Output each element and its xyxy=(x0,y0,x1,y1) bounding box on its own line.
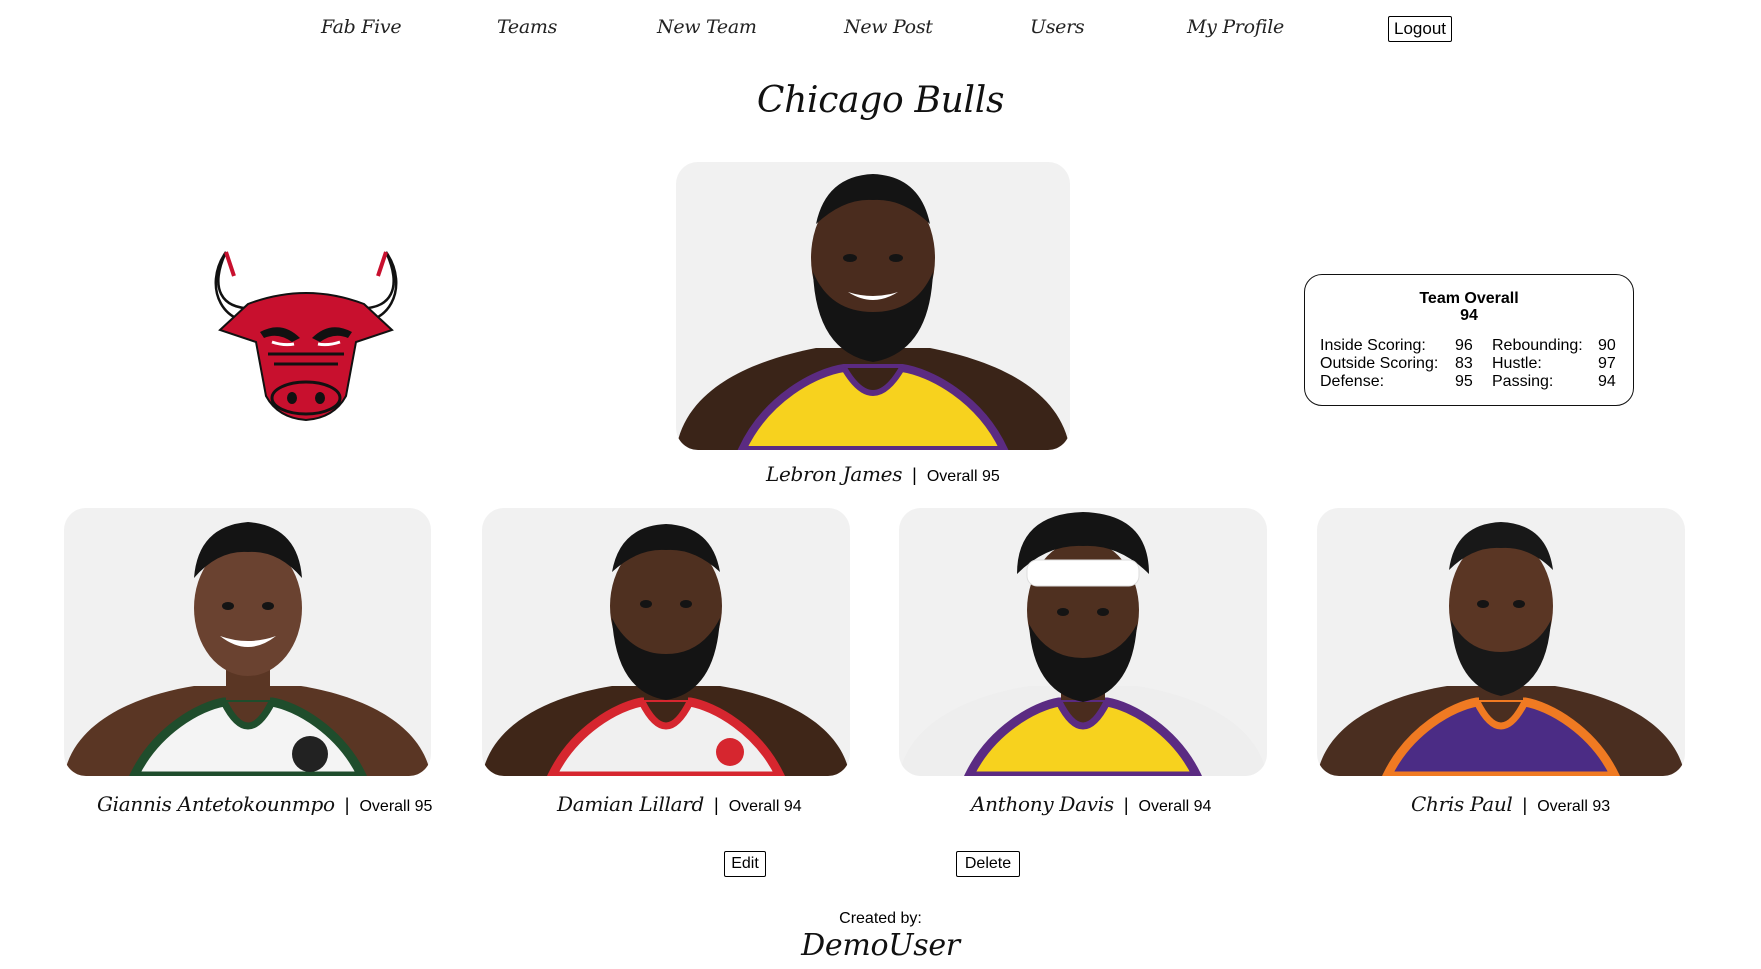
caption-separator: | xyxy=(1123,795,1129,815)
stat-value-rebounding: 90 xyxy=(1598,337,1616,354)
chicago-bulls-logo xyxy=(208,246,404,422)
featured-player-card[interactable]: Lebron James | Overall 95 xyxy=(676,162,1070,486)
caption-separator: | xyxy=(344,795,350,815)
player-caption: Giannis Antetokounmpo | Overall 95 xyxy=(97,792,432,816)
team-overall-heading: Team Overall 94 xyxy=(1305,290,1633,324)
edit-button[interactable]: Edit xyxy=(724,851,766,877)
player-photo xyxy=(64,508,431,776)
bull-icon xyxy=(214,251,398,422)
stat-label-inside-scoring: Inside Scoring: xyxy=(1320,337,1426,354)
nav-link-new-post[interactable]: New Post xyxy=(844,16,933,38)
stat-label-outside-scoring: Outside Scoring: xyxy=(1320,355,1439,372)
player-overall: Overall 94 xyxy=(728,798,802,815)
player-photo xyxy=(899,508,1267,776)
stat-value-defense: 95 xyxy=(1455,373,1473,390)
delete-button[interactable]: Delete xyxy=(956,851,1020,877)
player-portrait-icon xyxy=(64,522,431,776)
team-overall-value: 94 xyxy=(1460,307,1478,324)
player-caption: Damian Lillard | Overall 94 xyxy=(557,792,802,816)
player-portrait-icon xyxy=(1317,522,1685,776)
player-name[interactable]: Anthony Davis xyxy=(971,792,1114,816)
caption-separator: | xyxy=(714,795,719,815)
creator-link[interactable]: DemoUser xyxy=(0,928,1761,963)
nav-link-users[interactable]: Users xyxy=(1030,16,1085,38)
team-overall-title: Team Overall xyxy=(1419,290,1519,307)
player-overall: Overall 95 xyxy=(359,798,433,815)
stat-value-outside-scoring: 83 xyxy=(1455,355,1473,372)
player-name[interactable]: Lebron James xyxy=(766,462,902,486)
nav-link-new-team[interactable]: New Team xyxy=(657,16,757,38)
player-caption: Chris Paul | Overall 93 xyxy=(1411,792,1610,816)
player-overall: Overall 95 xyxy=(926,468,1000,485)
player-card[interactable]: Anthony Davis | Overall 94 xyxy=(899,508,1267,816)
stat-value-inside-scoring: 96 xyxy=(1455,337,1473,354)
player-card[interactable]: Damian Lillard | Overall 94 xyxy=(482,508,850,816)
top-navigation: Fab Five Teams New Team New Post Users M… xyxy=(0,14,1761,44)
player-photo xyxy=(1317,508,1685,776)
team-title: Chicago Bulls xyxy=(756,80,1005,121)
player-caption: Lebron James | Overall 95 xyxy=(766,462,1000,486)
player-caption: Anthony Davis | Overall 94 xyxy=(971,792,1211,816)
nav-link-teams[interactable]: Teams xyxy=(497,16,557,38)
player-portrait-icon xyxy=(676,174,1070,450)
team-overall-panel: Team Overall 94 Inside Scoring: 96 Outsi… xyxy=(1304,274,1634,406)
stat-label-passing: Passing: xyxy=(1492,373,1554,390)
nav-link-my-profile[interactable]: My Profile xyxy=(1187,16,1284,38)
player-photo xyxy=(482,508,850,776)
player-name[interactable]: Damian Lillard xyxy=(557,792,704,816)
player-name[interactable]: Giannis Antetokounmpo xyxy=(97,792,335,816)
player-card[interactable]: Giannis Antetokounmpo | Overall 95 xyxy=(64,508,432,816)
player-photo xyxy=(676,162,1070,450)
stat-label-rebounding: Rebounding: xyxy=(1492,337,1583,354)
caption-separator: | xyxy=(912,465,917,485)
stat-value-passing: 94 xyxy=(1598,373,1616,390)
player-name[interactable]: Chris Paul xyxy=(1411,792,1513,816)
player-portrait-icon xyxy=(482,524,850,776)
player-portrait-icon xyxy=(899,512,1267,776)
player-card[interactable]: Chris Paul | Overall 93 xyxy=(1317,508,1685,816)
caption-separator: | xyxy=(1522,795,1528,815)
created-by-label: Created by: xyxy=(839,910,922,927)
player-overall: Overall 93 xyxy=(1537,798,1611,815)
nav-link-fab-five[interactable]: Fab Five xyxy=(321,16,402,38)
player-overall: Overall 94 xyxy=(1138,798,1212,815)
stat-value-hustle: 97 xyxy=(1598,355,1616,372)
stat-label-hustle: Hustle: xyxy=(1492,355,1542,372)
stat-label-defense: Defense: xyxy=(1320,373,1385,390)
logout-button[interactable]: Logout xyxy=(1388,16,1452,42)
